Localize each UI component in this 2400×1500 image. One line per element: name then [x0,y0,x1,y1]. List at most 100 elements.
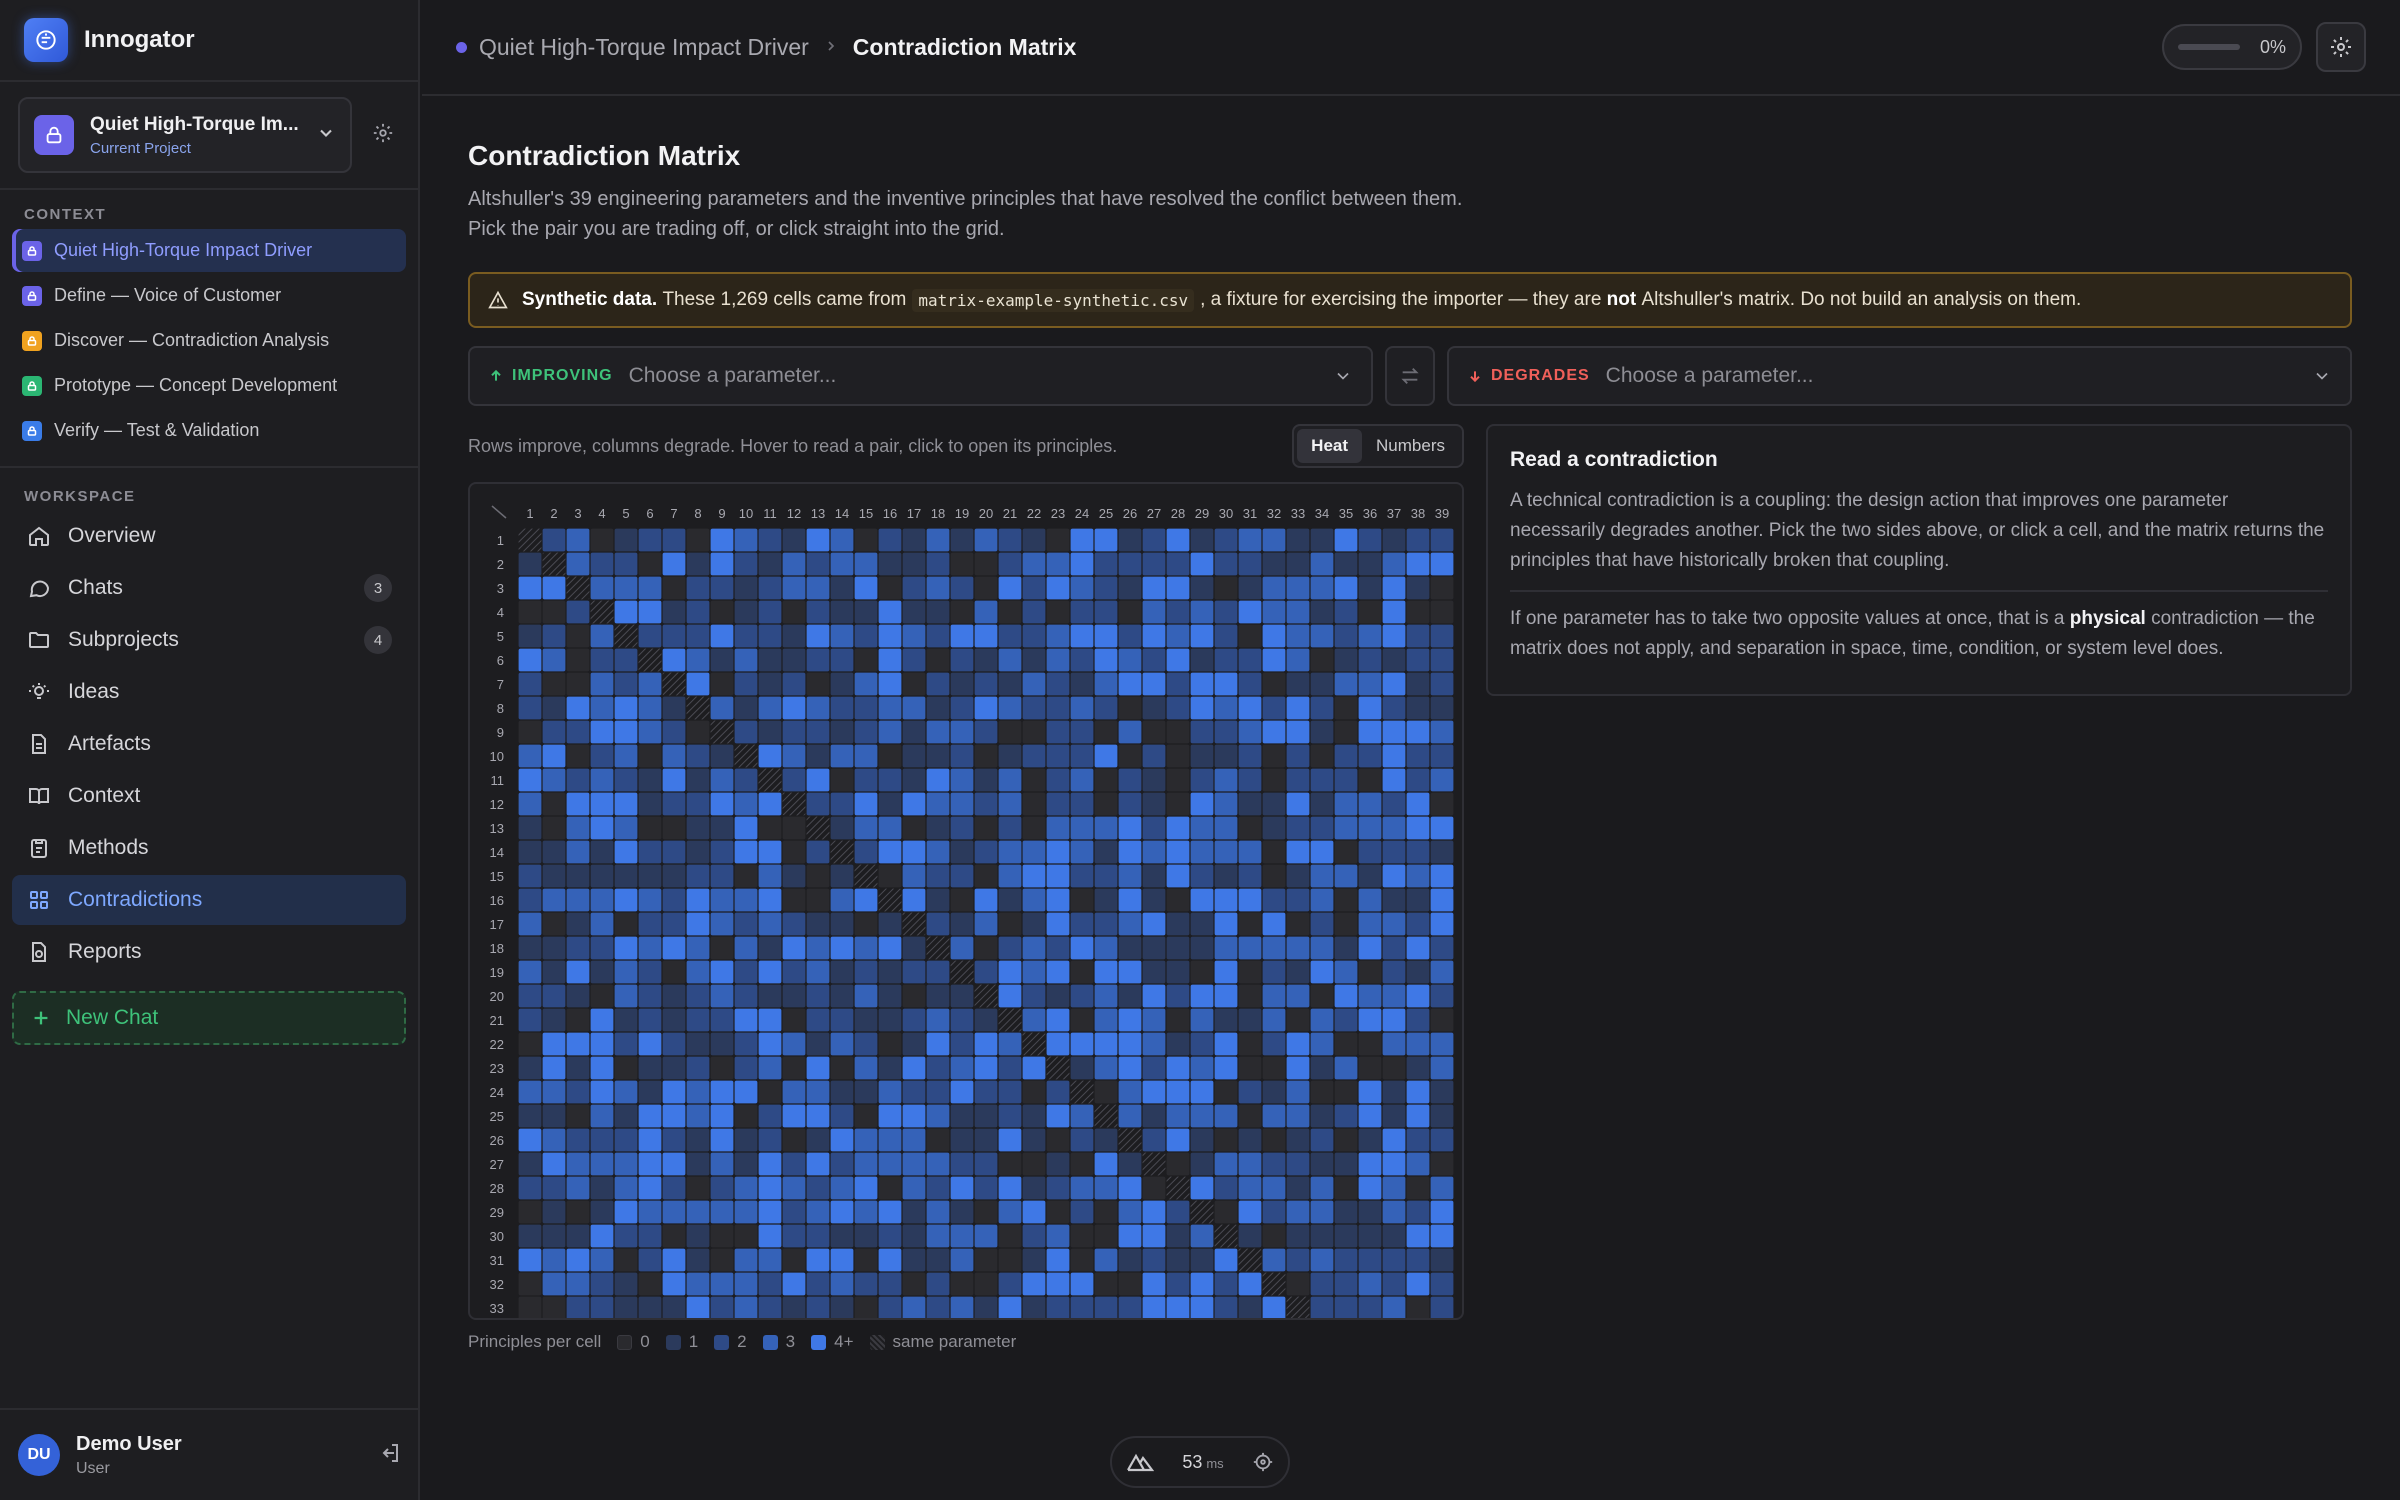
matrix-cell[interactable] [590,624,614,648]
matrix-cell[interactable] [1262,912,1286,936]
matrix-cell[interactable] [1190,984,1214,1008]
matrix-cell[interactable] [1070,1104,1094,1128]
matrix-cell[interactable] [638,1200,662,1224]
matrix-cell[interactable] [518,1176,542,1200]
matrix-cell[interactable] [878,576,902,600]
matrix-cell[interactable] [662,840,686,864]
matrix-cell[interactable] [1214,888,1238,912]
matrix-cell[interactable] [1358,1224,1382,1248]
matrix-cell[interactable] [1430,696,1454,720]
matrix-cell[interactable] [1334,1296,1358,1320]
matrix-cell[interactable] [1022,1296,1046,1320]
matrix-cell[interactable] [1358,936,1382,960]
matrix-cell[interactable] [1094,912,1118,936]
matrix-cell[interactable] [686,1008,710,1032]
matrix-cell[interactable] [1166,768,1190,792]
matrix-cell[interactable] [1046,984,1070,1008]
matrix-cell[interactable] [1070,816,1094,840]
matrix-cell[interactable] [1022,1080,1046,1104]
matrix-cell[interactable] [782,744,806,768]
matrix-cell[interactable] [686,840,710,864]
matrix-cell[interactable] [1214,624,1238,648]
matrix-grid[interactable]: 1 2 3 4 5 6 7 8 9 10 11 12 13 14 15 16 17 18 19 20 21 22 23 24 2… [470,484,1464,1320]
matrix-cell[interactable] [950,1008,974,1032]
matrix-cell[interactable] [830,960,854,984]
matrix-cell[interactable] [926,1248,950,1272]
matrix-cell[interactable] [1334,1224,1358,1248]
matrix-cell[interactable] [638,1224,662,1248]
matrix-cell[interactable] [854,1056,878,1080]
matrix-cell[interactable] [1430,528,1454,552]
nav-item-artefacts[interactable]: Artefacts [12,719,406,769]
matrix-cell[interactable] [710,792,734,816]
matrix-cell[interactable] [638,576,662,600]
matrix-cell[interactable] [1382,1032,1406,1056]
matrix-cell[interactable] [518,984,542,1008]
matrix-cell[interactable] [1142,1080,1166,1104]
nav-item-ideas[interactable]: Ideas [12,667,406,717]
matrix-cell[interactable] [662,696,686,720]
matrix-cell[interactable] [758,1176,782,1200]
matrix-cell[interactable] [542,1296,566,1320]
matrix-cell[interactable] [1286,840,1310,864]
matrix-cell[interactable] [974,1296,998,1320]
matrix-cell-same[interactable] [614,624,638,648]
matrix-cell[interactable] [1046,528,1070,552]
matrix-cell[interactable] [662,1080,686,1104]
matrix-cell[interactable] [1310,960,1334,984]
matrix-cell[interactable] [1430,1008,1454,1032]
matrix-cell[interactable] [1190,1224,1214,1248]
matrix-cell[interactable] [974,528,998,552]
matrix-cell[interactable] [758,1152,782,1176]
matrix-cell[interactable] [878,1104,902,1128]
matrix-cell[interactable] [1070,1056,1094,1080]
matrix-cell[interactable] [1118,768,1142,792]
matrix-cell[interactable] [1382,1128,1406,1152]
matrix-cell[interactable] [1358,816,1382,840]
matrix-cell[interactable] [758,528,782,552]
matrix-cell[interactable] [1334,600,1358,624]
matrix-cell[interactable] [1430,1248,1454,1272]
matrix-cell[interactable] [518,1152,542,1176]
matrix-cell[interactable] [806,1080,830,1104]
matrix-cell[interactable] [1334,1176,1358,1200]
matrix-cell[interactable] [782,1176,806,1200]
matrix-cell[interactable] [518,744,542,768]
matrix-cell[interactable] [1334,1200,1358,1224]
matrix-cell[interactable] [1262,888,1286,912]
matrix-cell[interactable] [1190,744,1214,768]
matrix-cell[interactable] [1142,720,1166,744]
matrix-cell[interactable] [1262,960,1286,984]
matrix-cell[interactable] [1406,936,1430,960]
matrix-cell[interactable] [1166,792,1190,816]
matrix-cell[interactable] [1142,912,1166,936]
matrix-cell[interactable] [1310,1104,1334,1128]
matrix-cell[interactable] [998,672,1022,696]
matrix-cell[interactable] [1262,600,1286,624]
matrix-cell[interactable] [1094,600,1118,624]
matrix-cell[interactable] [614,720,638,744]
matrix-cell[interactable] [758,1200,782,1224]
matrix-cell[interactable] [1430,1224,1454,1248]
matrix-cell[interactable] [614,528,638,552]
matrix-cell[interactable] [710,1056,734,1080]
matrix-cell[interactable] [710,1200,734,1224]
matrix-cell[interactable] [830,1128,854,1152]
matrix-cell[interactable] [1358,576,1382,600]
matrix-cell[interactable] [782,1008,806,1032]
matrix-cell[interactable] [782,768,806,792]
matrix-cell[interactable] [782,720,806,744]
matrix-cell[interactable] [1406,960,1430,984]
matrix-cell[interactable] [1430,936,1454,960]
matrix-cell[interactable] [614,672,638,696]
matrix-cell-same[interactable] [1070,1080,1094,1104]
matrix-cell[interactable] [614,1128,638,1152]
matrix-cell[interactable] [854,888,878,912]
matrix-cell[interactable] [542,672,566,696]
matrix-cell[interactable] [1286,720,1310,744]
matrix-cell[interactable] [1166,672,1190,696]
matrix-cell[interactable] [1430,648,1454,672]
matrix-cell[interactable] [902,552,926,576]
matrix-cell[interactable] [662,528,686,552]
matrix-cell[interactable] [830,1176,854,1200]
